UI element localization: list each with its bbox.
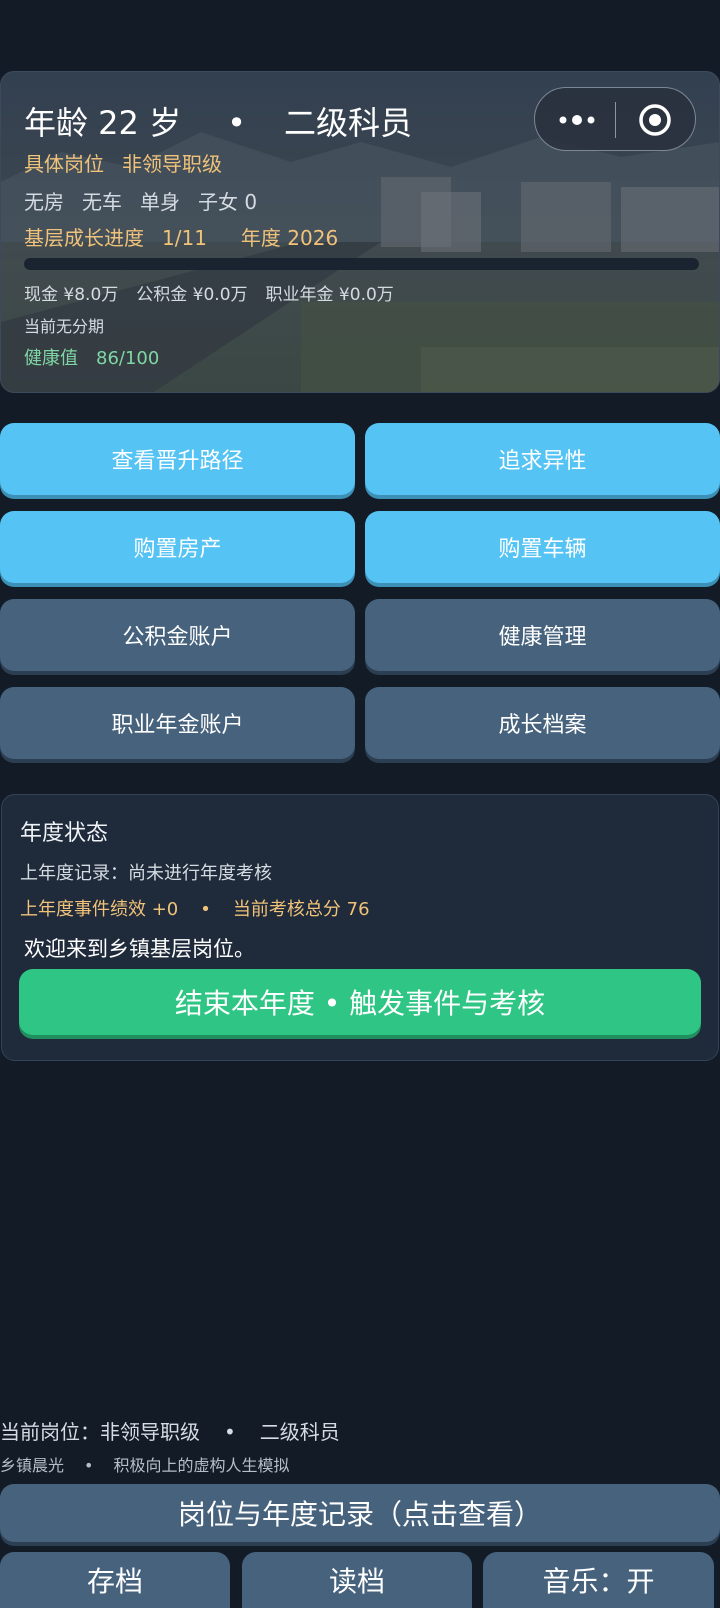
year-label: 年度 2026 — [240, 226, 339, 250]
annual-status-panel: 年度状态 上年度记录：尚未进行年度考核 上年度事件绩效 +0 • 当前考核总分 76… — [1, 794, 719, 1061]
cash-text: 现金 ¥8.0万 — [24, 285, 119, 305]
growth-archive-button[interactable]: 成长档案 — [365, 687, 720, 759]
separator-dot: • — [84, 1456, 94, 1475]
separator-dot: • — [224, 1420, 236, 1444]
welcome-message: 欢迎来到乡镇基层岗位。 — [24, 937, 255, 961]
position-line: 具体岗位 非领导职级 — [24, 148, 222, 177]
target-close-icon[interactable] — [637, 102, 673, 138]
total-score: 当前考核总分 76 — [232, 899, 370, 920]
separator-dot: • — [227, 104, 246, 142]
last-year-record: 上年度记录：尚未进行年度考核 — [20, 863, 272, 884]
more-dots-icon[interactable] — [555, 106, 599, 134]
buy-house-button[interactable]: 购置房产 — [0, 511, 355, 583]
load-button[interactable]: 读档 — [242, 1552, 472, 1608]
separator-dot: • — [200, 899, 211, 920]
marital-status: 单身 — [140, 190, 180, 214]
music-toggle-button[interactable]: 音乐：开 — [483, 1552, 714, 1608]
installment-text: 当前无分期 — [24, 317, 105, 336]
health-value: 86/100 — [96, 348, 160, 369]
age-text: 年龄 22 岁 — [24, 104, 182, 142]
assets-line: 无房 无车 单身 子女 0 — [24, 186, 257, 215]
promotion-path-button[interactable]: 查看晋升路径 — [0, 423, 355, 495]
health-management-button[interactable]: 健康管理 — [365, 599, 720, 671]
buy-car-button[interactable]: 购置车辆 — [365, 511, 720, 583]
capsule-divider — [615, 102, 616, 138]
housing-fund-account-button[interactable]: 公积金账户 — [0, 599, 355, 671]
children-status: 子女 0 — [198, 190, 258, 214]
position-value: 非领导职级 — [122, 152, 222, 176]
progress-line: 基层成长进度 1/11 年度 2026 — [24, 222, 338, 251]
status-title: 年度状态 — [20, 821, 109, 846]
current-position-line: 当前岗位：非领导职级 • 二级科员 — [0, 1416, 340, 1445]
brand-line: 乡镇晨光 • 积极向上的虚构人生模拟 — [0, 1452, 289, 1476]
current-position: 当前岗位：非领导职级 — [0, 1420, 200, 1444]
end-year-button[interactable]: 结束本年度 • 触发事件与考核 — [19, 969, 701, 1035]
house-status: 无房 — [24, 190, 64, 214]
pursue-partner-button[interactable]: 追求异性 — [365, 423, 720, 495]
score-line: 上年度事件绩效 +0 • 当前考核总分 76 — [20, 895, 370, 921]
position-record-button[interactable]: 岗位与年度记录（点击查看） — [0, 1484, 720, 1542]
rank-text: 二级科员 — [283, 104, 412, 142]
annuity-text: 职业年金 ¥0.0万 — [265, 285, 394, 305]
brand-name: 乡镇晨光 — [0, 1456, 65, 1475]
car-status: 无车 — [82, 190, 122, 214]
miniprogram-capsule — [534, 87, 696, 151]
progress-label: 基层成长进度 — [24, 226, 144, 250]
save-button[interactable]: 存档 — [0, 1552, 230, 1608]
health-line: 健康值 86/100 — [24, 344, 159, 370]
health-label: 健康值 — [24, 348, 78, 369]
annuity-account-button[interactable]: 职业年金账户 — [0, 687, 355, 759]
growth-progress-bar — [24, 258, 699, 270]
brand-slogan: 积极向上的虚构人生模拟 — [113, 1456, 290, 1475]
progress-value: 1/11 — [162, 226, 207, 250]
event-performance: 上年度事件绩效 +0 — [20, 899, 179, 920]
current-rank: 二级科员 — [259, 1420, 340, 1444]
housing-fund-text: 公积金 ¥0.0万 — [136, 285, 248, 305]
finance-line: 现金 ¥8.0万 公积金 ¥0.0万 职业年金 ¥0.0万 — [24, 280, 394, 305]
title-row: 年龄 22 岁 • 二级科员 — [24, 98, 412, 144]
position-label: 具体岗位 — [24, 152, 104, 176]
